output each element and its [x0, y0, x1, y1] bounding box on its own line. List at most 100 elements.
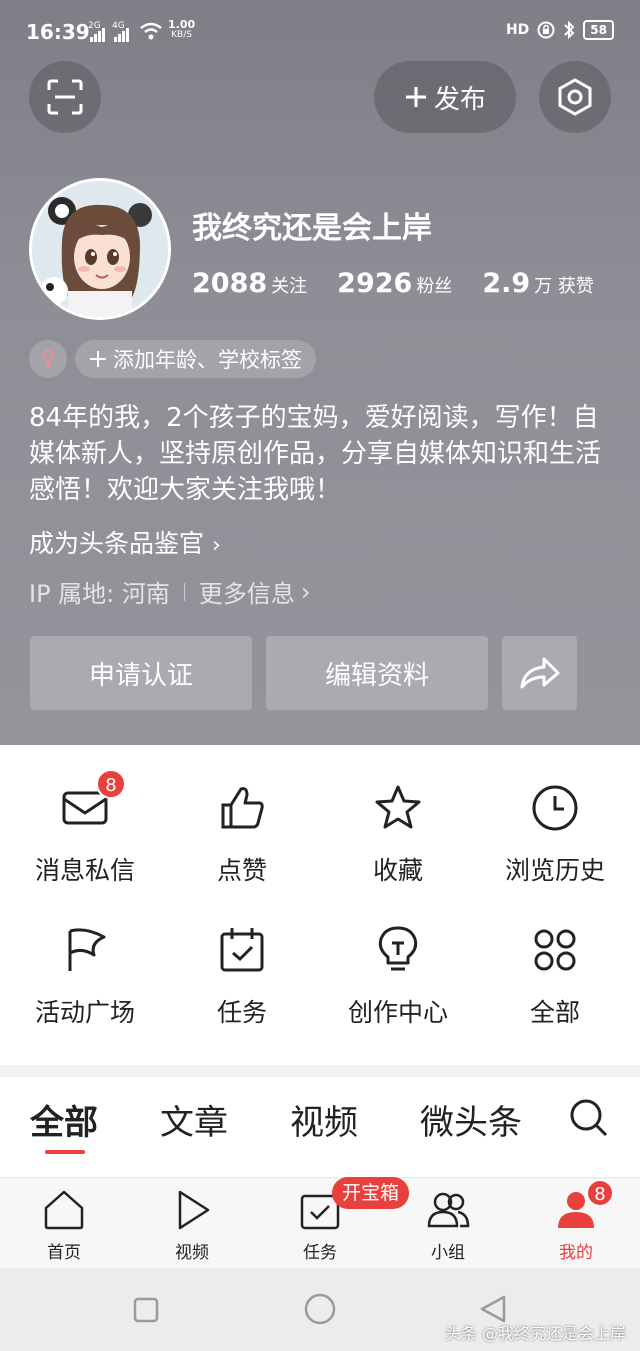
unread-badge: 8: [96, 769, 126, 799]
menu-label: 点赞: [216, 856, 267, 885]
profile-header: 16:39 2G 4G 1.00 KB/S HD 58 发布 我终究还是会上岸 …: [0, 0, 640, 745]
scan-icon: [47, 79, 83, 115]
battery-indicator: 58: [583, 20, 614, 40]
watermark: 头条 @我终究还是会上岸: [444, 1324, 626, 1343]
gender-badge: ♀: [29, 340, 67, 378]
stat-label: 关注: [271, 276, 308, 297]
star-icon: [373, 783, 423, 833]
nav-label: 首页: [47, 1243, 81, 1263]
menu-label: 活动广场: [34, 998, 135, 1027]
add-tag-label: 添加年龄、学校标签: [113, 348, 302, 372]
home-icon: [44, 1190, 84, 1230]
tab-all[interactable]: 全部: [30, 1095, 98, 1144]
nav-home[interactable]: 首页: [0, 1188, 128, 1263]
tab-articles[interactable]: 文章: [160, 1095, 228, 1144]
apply-certification-button[interactable]: 申请认证: [30, 636, 252, 710]
status-right: HD 58: [506, 20, 614, 40]
plus-icon: [90, 351, 106, 367]
net-speed-unit: KB/S: [171, 30, 192, 40]
more-info-link[interactable]: 更多信息: [199, 574, 295, 609]
settings-button[interactable]: [539, 61, 611, 133]
lightbulb-icon: [373, 925, 423, 975]
bottom-nav: 首页 视频 任务 小组 我的: [0, 1177, 640, 1268]
stat-value: 2.9: [482, 268, 531, 299]
publish-button[interactable]: 发布: [374, 61, 516, 133]
nav-label: 小组: [431, 1243, 465, 1263]
stat-label: 粉丝: [416, 276, 453, 297]
status-time: 16:39: [26, 20, 90, 44]
become-judge-link[interactable]: 成为头条品鉴官 ›: [29, 524, 221, 560]
calendar-check-icon: [217, 925, 267, 975]
female-icon: ♀: [39, 346, 57, 372]
home-button-icon[interactable]: [303, 1292, 337, 1326]
share-icon: [520, 657, 559, 689]
content-tabs: 全部 文章 视频 微头条: [0, 1077, 640, 1177]
menu-label: 全部: [529, 998, 580, 1027]
nav-label: 我的: [559, 1243, 593, 1263]
menu-item-history[interactable]: 浏览历史: [475, 745, 635, 885]
judge-label: 成为头条品鉴官: [29, 529, 205, 558]
divider: [183, 582, 185, 601]
menu-item-tasks[interactable]: 任务: [162, 887, 322, 1027]
status-bar: 16:39 2G 4G 1.00 KB/S HD 58: [0, 0, 640, 64]
net-speed: 1.00 KB/S: [168, 18, 196, 40]
nav-label: 任务: [303, 1243, 337, 1263]
active-tab-indicator: [45, 1150, 85, 1154]
add-tag-button[interactable]: 添加年龄、学校标签: [75, 340, 316, 378]
treasure-chest-badge[interactable]: 开宝箱: [332, 1177, 410, 1209]
grid-icon: [530, 925, 580, 975]
gear-icon: [558, 78, 592, 116]
chevron-right-icon: ›: [300, 577, 311, 606]
thumbs-up-icon: [217, 783, 267, 833]
tab-videos[interactable]: 视频: [290, 1095, 358, 1144]
menu-label: 浏览历史: [504, 856, 605, 885]
signal-icon-2: [114, 28, 129, 42]
menu-item-messages[interactable]: 8 消息私信: [5, 745, 165, 885]
nav-label: 视频: [175, 1243, 209, 1263]
mine-badge: 8: [586, 1179, 614, 1207]
ip-location-row: IP 属地: 河南 更多信息 ›: [29, 574, 311, 609]
stat-following[interactable]: 2088 关注: [192, 268, 307, 299]
clock-icon: [530, 783, 580, 833]
net-speed-value: 1.00: [168, 18, 196, 31]
nav-mine[interactable]: 我的: [512, 1188, 640, 1263]
bluetooth-icon: [564, 20, 575, 40]
plus-icon: [405, 87, 426, 107]
menu-label: 消息私信: [34, 856, 135, 885]
menu-item-activity[interactable]: 活动广场: [5, 887, 165, 1027]
share-button[interactable]: [502, 636, 577, 710]
stat-likes[interactable]: 2.9 万 获赞: [482, 268, 594, 299]
menu-label: 任务: [216, 998, 267, 1027]
avatar-illustration: [32, 181, 168, 317]
play-icon: [178, 1190, 210, 1230]
chevron-right-icon: ›: [211, 533, 221, 558]
avatar[interactable]: [29, 178, 171, 320]
stat-label: 万 获赞: [534, 276, 594, 297]
menu-item-favorites[interactable]: 收藏: [318, 745, 478, 885]
hd-label: HD: [505, 22, 530, 38]
search-icon[interactable]: [568, 1097, 608, 1137]
lock-rotation-icon: [537, 21, 555, 39]
nav-video[interactable]: 视频: [128, 1188, 256, 1263]
signal-icon: [90, 28, 105, 42]
publish-label: 发布: [433, 84, 486, 115]
mail-icon: 8: [60, 769, 126, 833]
recent-apps-icon[interactable]: [133, 1297, 159, 1323]
stat-fans[interactable]: 2926 粉丝: [337, 268, 452, 299]
menu-item-creator-center[interactable]: 创作中心: [318, 887, 478, 1027]
flag-icon: [60, 925, 110, 975]
tab-micro-headlines[interactable]: 微头条: [420, 1095, 522, 1144]
ip-location: IP 属地: 河南: [29, 580, 170, 608]
menu-item-all[interactable]: 全部: [475, 887, 635, 1027]
group-icon: [427, 1192, 470, 1228]
edit-profile-button[interactable]: 编辑资料: [266, 636, 488, 710]
username: 我终究还是会上岸: [192, 211, 432, 246]
scan-button[interactable]: [29, 61, 101, 133]
stat-value: 2926: [337, 268, 413, 299]
profile-stats: 2088 关注 2926 粉丝 2.9 万 获赞: [192, 268, 594, 299]
menu-item-likes[interactable]: 点赞: [162, 745, 322, 885]
profile-bio: 84年的我，2个孩子的宝妈，爱好阅读，写作！自媒体新人，坚持原创作品，分享自媒体…: [29, 403, 602, 505]
menu-label: 收藏: [372, 856, 423, 885]
menu-label: 创作中心: [347, 998, 448, 1027]
stat-value: 2088: [192, 268, 268, 299]
